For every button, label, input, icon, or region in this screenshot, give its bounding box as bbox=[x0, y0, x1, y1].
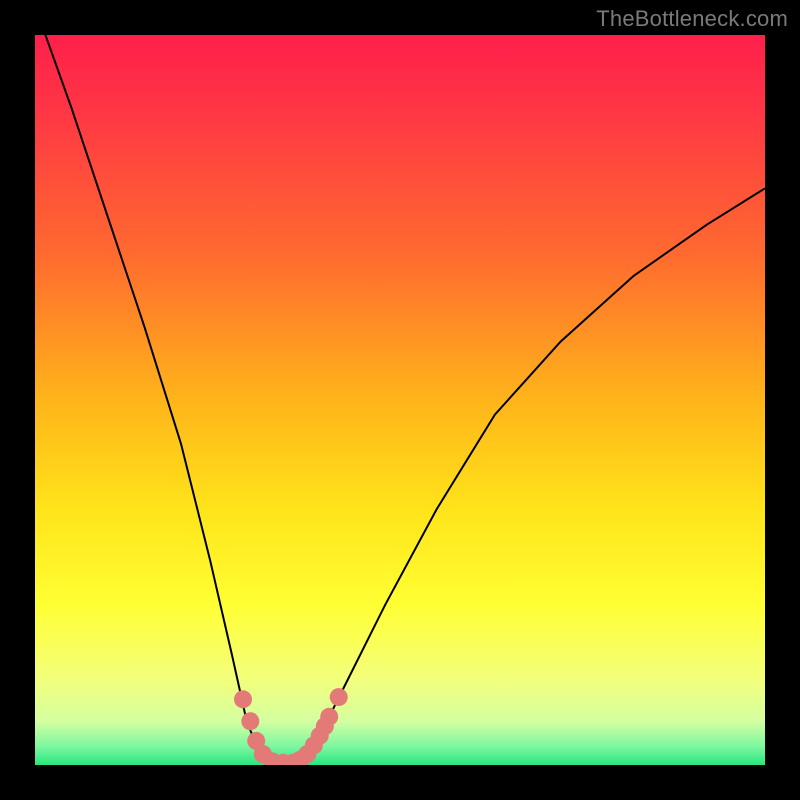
marker-dot bbox=[320, 708, 338, 726]
gradient-background bbox=[35, 35, 765, 765]
chart-frame: TheBottleneck.com bbox=[0, 0, 800, 800]
bottleneck-chart bbox=[35, 35, 765, 765]
marker-dot bbox=[330, 688, 348, 706]
attribution-label: TheBottleneck.com bbox=[596, 6, 788, 32]
marker-dot bbox=[241, 712, 259, 730]
marker-dot bbox=[234, 690, 252, 708]
